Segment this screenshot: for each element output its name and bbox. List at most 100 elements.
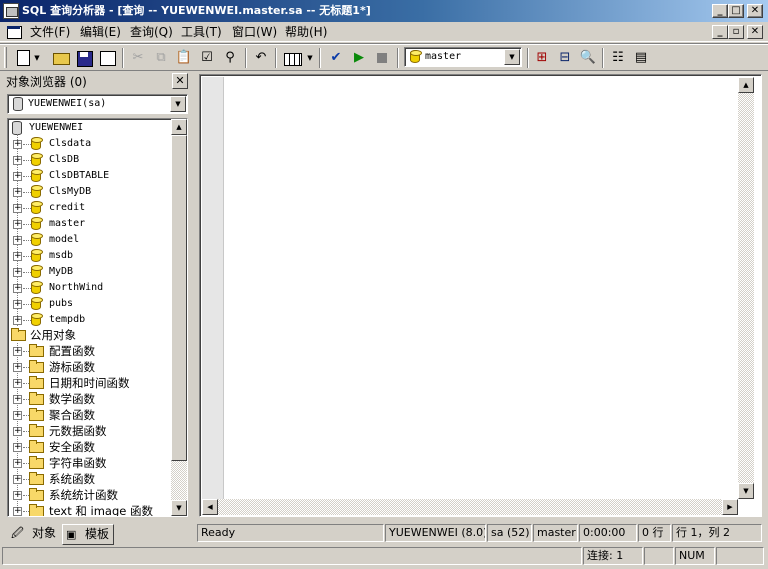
expand-plus-icon[interactable]: +: [13, 188, 22, 197]
paste-icon[interactable]: 📋: [174, 48, 194, 68]
cut-icon[interactable]: ✂: [128, 48, 148, 68]
results-pane-icon[interactable]: ▤: [631, 48, 651, 68]
scroll-down-icon[interactable]: ▼: [738, 483, 754, 499]
cancel-execute-icon[interactable]: [372, 48, 392, 68]
tree-function-category[interactable]: + 安全函数: [8, 439, 172, 455]
tree-database-item[interactable]: + pubs: [8, 296, 172, 312]
tab-objects[interactable]: 🖉 对象: [8, 524, 60, 545]
server-select[interactable]: YUEWENWEI(sa) ▼: [7, 94, 188, 114]
expand-plus-icon[interactable]: +: [13, 427, 22, 436]
scroll-up-icon[interactable]: ▲: [738, 77, 754, 93]
tree-database-item[interactable]: + tempdb: [8, 312, 172, 328]
expand-plus-icon[interactable]: +: [13, 140, 22, 149]
expand-plus-icon[interactable]: +: [13, 268, 22, 277]
close-button[interactable]: ✕: [747, 4, 763, 18]
results-mode-dropdown-icon[interactable]: ▼: [306, 48, 314, 68]
toolbar-grip[interactable]: [4, 47, 7, 68]
expand-plus-icon[interactable]: +: [13, 284, 22, 293]
minimize-button[interactable]: _: [712, 4, 728, 18]
copy-icon[interactable]: ⧉: [151, 48, 171, 68]
editor-horizontal-scrollbar[interactable]: ◀ ▶: [202, 499, 738, 515]
expand-plus-icon[interactable]: +: [13, 491, 22, 500]
open-icon[interactable]: [51, 48, 71, 68]
chevron-down-icon[interactable]: ▼: [170, 96, 186, 112]
expand-plus-icon[interactable]: +: [13, 363, 22, 372]
expand-plus-icon[interactable]: +: [13, 379, 22, 388]
menu-window[interactable]: 窗口(W): [232, 24, 277, 40]
tree-database-item[interactable]: + model: [8, 232, 172, 248]
new-query-icon[interactable]: [13, 48, 33, 68]
clear-window-icon[interactable]: ☑: [197, 48, 217, 68]
tree-function-category[interactable]: + 数学函数: [8, 391, 172, 407]
tree-function-category[interactable]: + 元数据函数: [8, 423, 172, 439]
tree-database-item[interactable]: + MyDB: [8, 264, 172, 280]
expand-plus-icon[interactable]: +: [13, 395, 22, 404]
tree-database-item[interactable]: + ClsDBTABLE: [8, 168, 172, 184]
undo-icon[interactable]: ↶: [251, 48, 271, 68]
tree-database-item[interactable]: + credit: [8, 200, 172, 216]
tree-database-item[interactable]: + msdb: [8, 248, 172, 264]
query-editor[interactable]: ▲ ▼ ◀ ▶: [199, 74, 762, 517]
expand-plus-icon[interactable]: +: [13, 156, 22, 165]
tree-database-item[interactable]: + ClsMyDB: [8, 184, 172, 200]
save-icon[interactable]: [74, 48, 94, 68]
document-menu-icon[interactable]: [6, 24, 22, 40]
maximize-button[interactable]: □: [728, 4, 744, 18]
expand-plus-icon[interactable]: +: [13, 172, 22, 181]
object-tree-scrollbar[interactable]: ▲ ▼: [171, 119, 187, 516]
object-browser-close-button[interactable]: ✕: [172, 73, 188, 89]
tree-function-category[interactable]: + 配置函数: [8, 343, 172, 359]
tree-database-item[interactable]: + master: [8, 216, 172, 232]
scroll-down-icon[interactable]: ▼: [171, 500, 187, 516]
object-browser-icon[interactable]: ⊟: [555, 48, 575, 68]
database-select[interactable]: master ▼: [404, 47, 522, 67]
menu-file[interactable]: 文件(F): [30, 24, 70, 40]
tab-templates[interactable]: ▣ 模板: [62, 524, 114, 545]
insert-template-icon[interactable]: [97, 48, 117, 68]
scroll-left-icon[interactable]: ◀: [202, 499, 218, 515]
pane-splitter[interactable]: [194, 71, 198, 545]
scroll-up-icon[interactable]: ▲: [171, 119, 187, 135]
new-query-dropdown-icon[interactable]: ▼: [33, 48, 41, 68]
object-tree[interactable]: YUEWENWEI + Clsdata + ClsDB + ClsDBTABLE + ClsM…: [7, 118, 188, 517]
expand-plus-icon[interactable]: +: [13, 443, 22, 452]
expand-plus-icon[interactable]: +: [13, 347, 22, 356]
object-search-icon[interactable]: 🔍: [578, 48, 598, 68]
tree-common-objects[interactable]: 公用对象: [8, 327, 172, 343]
display-estimated-plan-icon[interactable]: ⊞: [532, 48, 552, 68]
mdi-close-button[interactable]: ✕: [747, 25, 763, 39]
find-icon[interactable]: ⚲: [220, 48, 240, 68]
current-connection-properties-icon[interactable]: ☷: [608, 48, 628, 68]
expand-plus-icon[interactable]: +: [13, 300, 22, 309]
menu-help[interactable]: 帮助(H): [285, 24, 327, 40]
mdi-restore-button[interactable]: ▫: [728, 25, 744, 39]
tree-function-category[interactable]: + 系统函数: [8, 471, 172, 487]
execute-icon[interactable]: ▶: [349, 48, 369, 68]
scroll-right-icon[interactable]: ▶: [722, 499, 738, 515]
tree-root-server[interactable]: YUEWENWEI: [8, 120, 172, 136]
tree-function-category[interactable]: + 聚合函数: [8, 407, 172, 423]
expand-plus-icon[interactable]: +: [13, 204, 22, 213]
tree-database-item[interactable]: + NorthWind: [8, 280, 172, 296]
mdi-minimize-button[interactable]: _: [712, 25, 728, 39]
expand-plus-icon[interactable]: +: [13, 220, 22, 229]
expand-plus-icon[interactable]: +: [13, 236, 22, 245]
menu-edit[interactable]: 编辑(E): [80, 24, 121, 40]
menu-tools[interactable]: 工具(T): [181, 24, 222, 40]
expand-plus-icon[interactable]: +: [13, 459, 22, 468]
expand-plus-icon[interactable]: +: [13, 252, 22, 261]
tree-function-category[interactable]: + 日期和时间函数: [8, 375, 172, 391]
expand-plus-icon[interactable]: +: [13, 316, 22, 325]
scroll-thumb[interactable]: [171, 135, 187, 461]
tree-database-item[interactable]: + Clsdata: [8, 136, 172, 152]
menu-query[interactable]: 查询(Q): [130, 24, 173, 40]
tree-function-category[interactable]: + 字符串函数: [8, 455, 172, 471]
tree-function-category[interactable]: + text 和 image 函数: [8, 503, 172, 516]
tree-function-category[interactable]: + 游标函数: [8, 359, 172, 375]
parse-icon[interactable]: ✔: [326, 48, 346, 68]
results-grid-icon[interactable]: [282, 48, 302, 68]
expand-plus-icon[interactable]: +: [13, 411, 22, 420]
chevron-down-icon[interactable]: ▼: [504, 49, 520, 65]
expand-plus-icon[interactable]: +: [13, 475, 22, 484]
app-icon[interactable]: [3, 3, 19, 19]
